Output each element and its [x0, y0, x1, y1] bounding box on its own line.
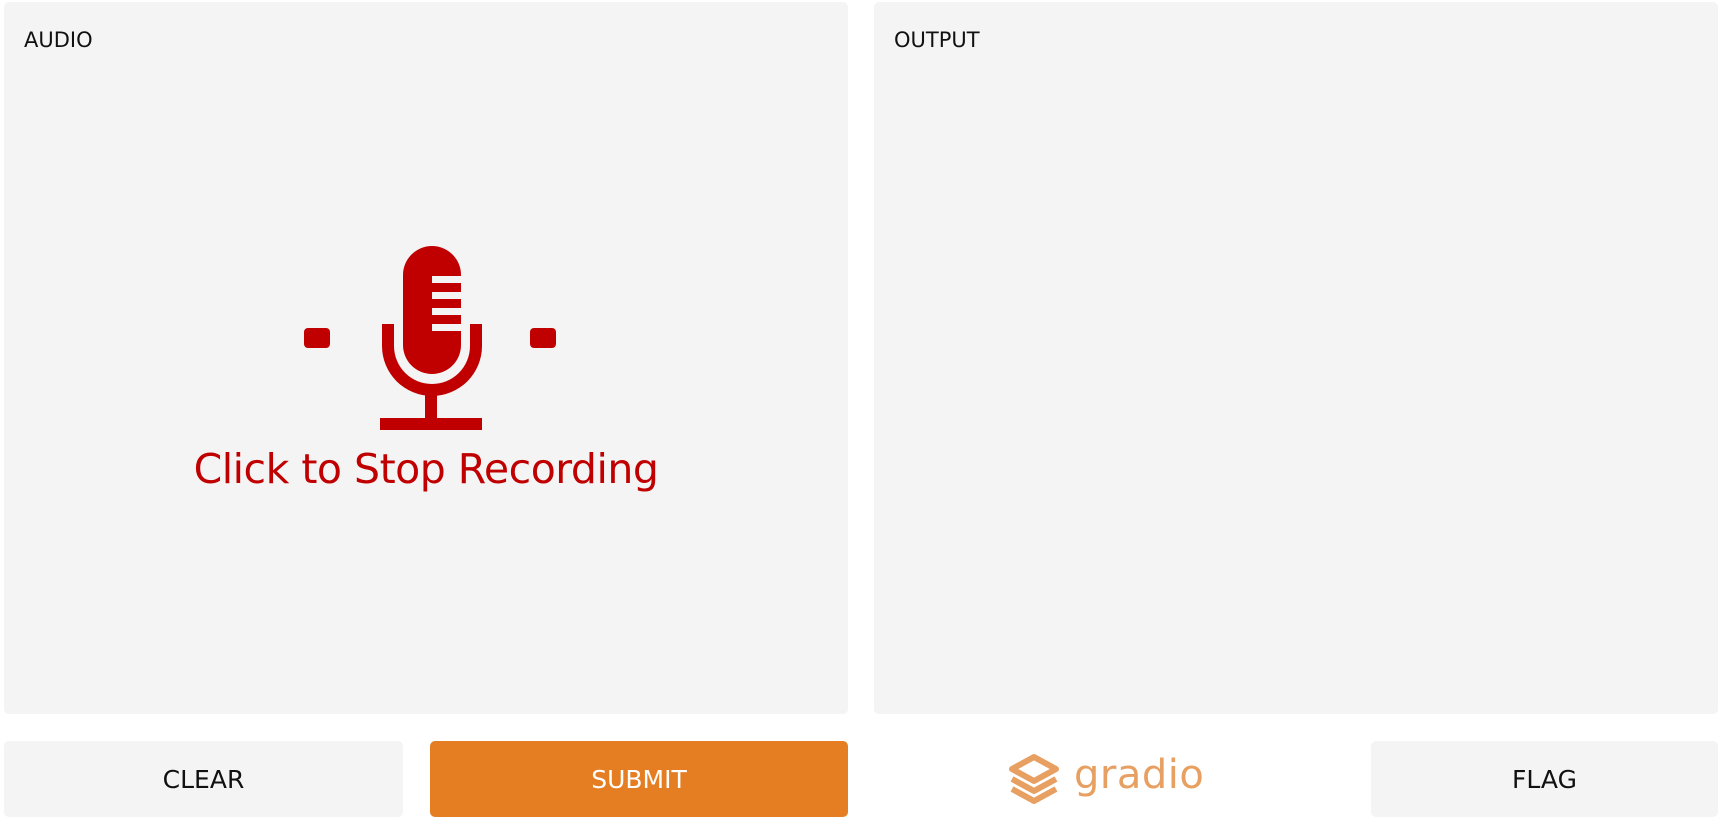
submit-button[interactable]: SUBMIT: [430, 741, 848, 817]
microphone-icon: [304, 246, 556, 430]
gradio-logo-icon: [1009, 754, 1059, 804]
brand-name: gradio: [1074, 752, 1205, 798]
clear-button[interactable]: CLEAR: [4, 741, 403, 817]
stop-recording-button[interactable]: Click to Stop Recording: [4, 2, 848, 714]
output-label: OUTPUT: [894, 28, 980, 52]
flag-button[interactable]: FLAG: [1371, 741, 1718, 817]
output-panel: OUTPUT: [874, 2, 1718, 714]
recording-status-text: Click to Stop Recording: [193, 445, 659, 493]
audio-input-panel: AUDIO Click to Stop Recording: [4, 2, 848, 714]
gradio-logo[interactable]: gradio: [1008, 750, 1204, 806]
